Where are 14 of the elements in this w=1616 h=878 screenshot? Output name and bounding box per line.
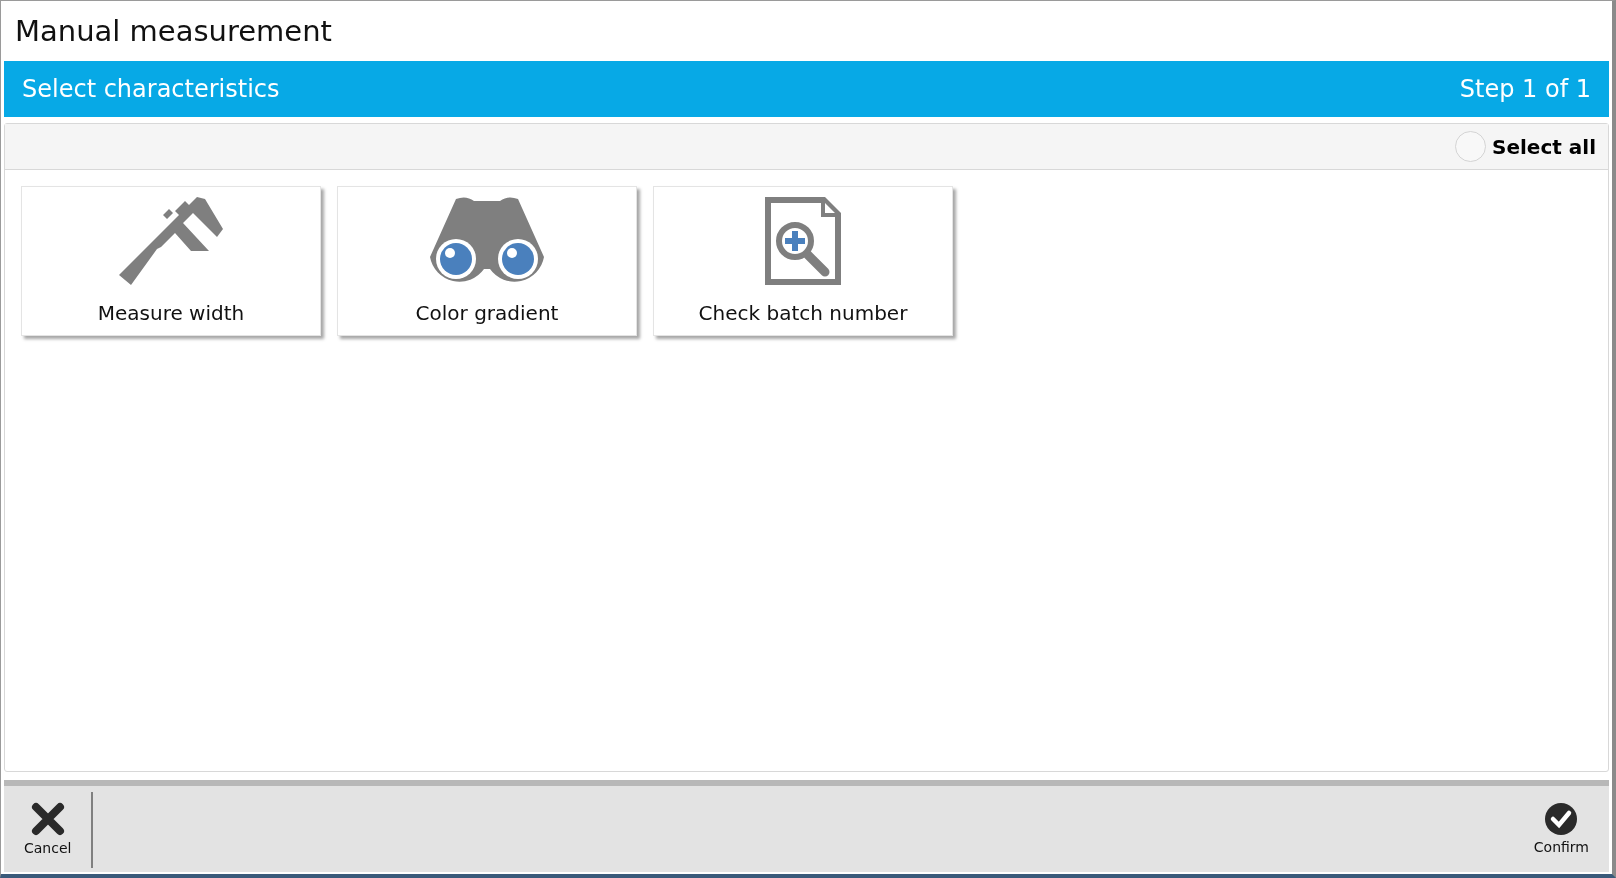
caliper-icon — [117, 195, 225, 287]
select-all-toggle[interactable]: Select all — [1455, 131, 1596, 162]
cancel-button[interactable]: Cancel — [4, 786, 92, 872]
checkmark-icon — [1545, 803, 1578, 835]
window-title: Manual measurement — [14, 13, 333, 50]
close-icon — [30, 802, 65, 836]
confirm-button[interactable]: Confirm — [1513, 786, 1609, 872]
characteristic-tile[interactable]: Color gradient — [337, 186, 637, 336]
characteristic-tile[interactable]: Check batch number — [653, 186, 953, 336]
header-title: Select characteristics — [22, 75, 280, 103]
step-indicator: Step 1 of 1 — [1459, 75, 1591, 103]
document-search-icon — [763, 195, 843, 287]
characteristic-tile[interactable]: Measure width — [21, 186, 321, 336]
radio-button[interactable] — [1455, 131, 1486, 162]
